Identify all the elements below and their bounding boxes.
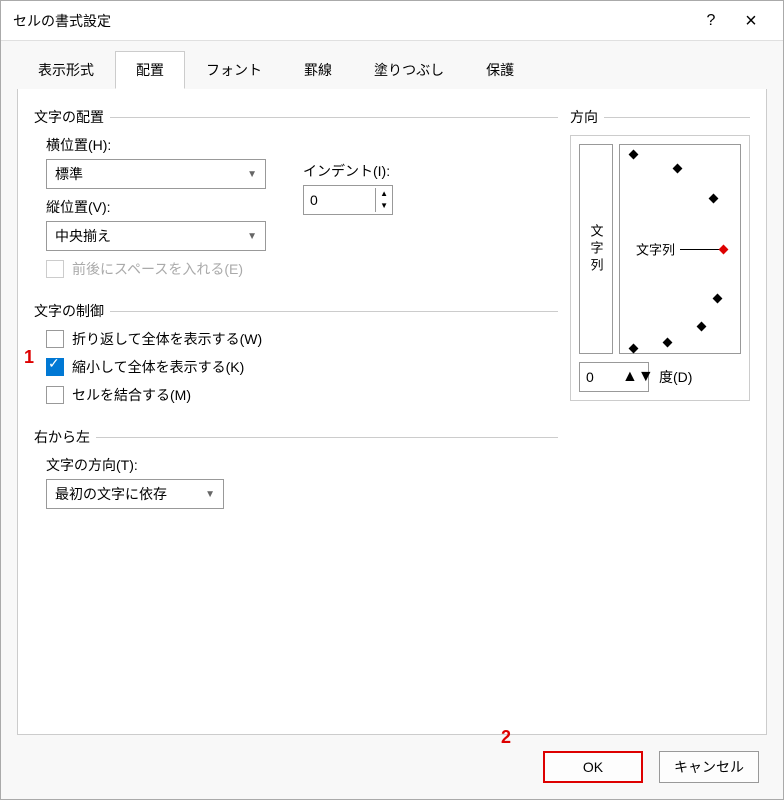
titlebar: セルの書式設定 ? × [1, 1, 783, 41]
spinner-up-icon[interactable]: ▲ [376, 188, 392, 200]
tab-content: 文字の配置 横位置(H): 標準 ▼ 縦位置(V): 中央揃え ▼ 前後にスペー… [17, 89, 767, 735]
rtl-group: 右から左 文字の方向(T): 最初の文字に依存 ▼ [34, 427, 558, 517]
text-direction-value: 最初の文字に依存 [55, 484, 167, 504]
justify-distributed-checkbox [46, 260, 64, 278]
tab-strip: 表示形式 配置 フォント 罫線 塗りつぶし 保護 [1, 41, 783, 89]
chevron-down-icon: ▼ [247, 169, 257, 180]
group-label-direction: 方向 [570, 107, 598, 127]
vertical-value: 中央揃え [55, 226, 111, 246]
shrink-to-fit-label: 縮小して全体を表示する(K) [72, 357, 244, 377]
degree-row: ▲▼ 度(D) [579, 362, 741, 392]
indent-group: インデント(I): ▲▼ [303, 157, 393, 215]
degree-input[interactable] [580, 369, 622, 385]
horizontal-value: 標準 [55, 164, 83, 184]
orientation-box: 文字列 文字列 [570, 135, 750, 401]
orientation-panel: 方向 文字列 文字列 [570, 107, 750, 716]
merge-cells-row[interactable]: セルを結合する(M) [46, 385, 558, 405]
spinner-up-icon[interactable]: ▲ [622, 368, 638, 385]
horizontal-label: 横位置(H): [46, 135, 558, 155]
tab-fill[interactable]: 塗りつぶし [353, 51, 465, 89]
shrink-to-fit-checkbox[interactable] [46, 358, 64, 376]
tab-font[interactable]: フォント [185, 51, 283, 89]
ok-button[interactable]: OK [543, 751, 643, 783]
tab-protection[interactable]: 保護 [465, 51, 535, 89]
indent-input[interactable] [304, 192, 364, 208]
text-control-group: 文字の制御 折り返して全体を表示する(W) 1 縮小して全体を表示する(K) セ… [34, 301, 558, 413]
vertical-select[interactable]: 中央揃え ▼ [46, 221, 266, 251]
wrap-text-checkbox[interactable] [46, 330, 64, 348]
spinner-down-icon[interactable]: ▼ [638, 368, 654, 385]
tab-border[interactable]: 罫線 [283, 51, 353, 89]
left-column: 文字の配置 横位置(H): 標準 ▼ 縦位置(V): 中央揃え ▼ 前後にスペー… [34, 107, 558, 716]
horizontal-select[interactable]: 標準 ▼ [46, 159, 266, 189]
format-cells-dialog: セルの書式設定 ? × 表示形式 配置 フォント 罫線 塗りつぶし 保護 文字の… [0, 0, 784, 800]
help-icon[interactable]: ? [691, 12, 731, 30]
vertical-text-button[interactable]: 文字列 [579, 144, 613, 354]
chevron-down-icon: ▼ [205, 489, 215, 500]
wrap-text-label: 折り返して全体を表示する(W) [72, 329, 262, 349]
spinner-down-icon[interactable]: ▼ [376, 200, 392, 212]
close-icon[interactable]: × [731, 11, 771, 31]
tab-number[interactable]: 表示形式 [17, 51, 115, 89]
group-label-alignment: 文字の配置 [34, 107, 104, 127]
indent-spinner[interactable]: ▲▼ [303, 185, 393, 215]
text-alignment-group: 文字の配置 横位置(H): 標準 ▼ 縦位置(V): 中央揃え ▼ 前後にスペー… [34, 107, 558, 287]
chevron-down-icon: ▼ [247, 231, 257, 242]
text-direction-label: 文字の方向(T): [46, 455, 558, 475]
cancel-button[interactable]: キャンセル [659, 751, 759, 783]
indent-label: インデント(I): [303, 161, 393, 181]
wheel-text-label: 文字列 [636, 240, 675, 259]
group-label-control: 文字の制御 [34, 301, 104, 321]
orientation-wheel[interactable]: 文字列 [619, 144, 741, 354]
merge-cells-label: セルを結合する(M) [72, 385, 191, 405]
annotation-1: 1 [24, 347, 34, 368]
tab-alignment[interactable]: 配置 [115, 51, 185, 89]
justify-distributed-row: 前後にスペースを入れる(E) [46, 259, 558, 279]
shrink-to-fit-row[interactable]: 1 縮小して全体を表示する(K) [46, 357, 558, 377]
wrap-text-row[interactable]: 折り返して全体を表示する(W) [46, 329, 558, 349]
degree-spinner[interactable]: ▲▼ [579, 362, 649, 392]
merge-cells-checkbox[interactable] [46, 386, 64, 404]
justify-distributed-label: 前後にスペースを入れる(E) [72, 259, 243, 279]
text-direction-select[interactable]: 最初の文字に依存 ▼ [46, 479, 224, 509]
vertical-label: 縦位置(V): [46, 197, 558, 217]
dialog-footer: 2 OK キャンセル [1, 735, 783, 799]
dialog-title: セルの書式設定 [13, 11, 691, 31]
degree-label: 度(D) [659, 367, 692, 387]
group-label-rtl: 右から左 [34, 427, 90, 447]
